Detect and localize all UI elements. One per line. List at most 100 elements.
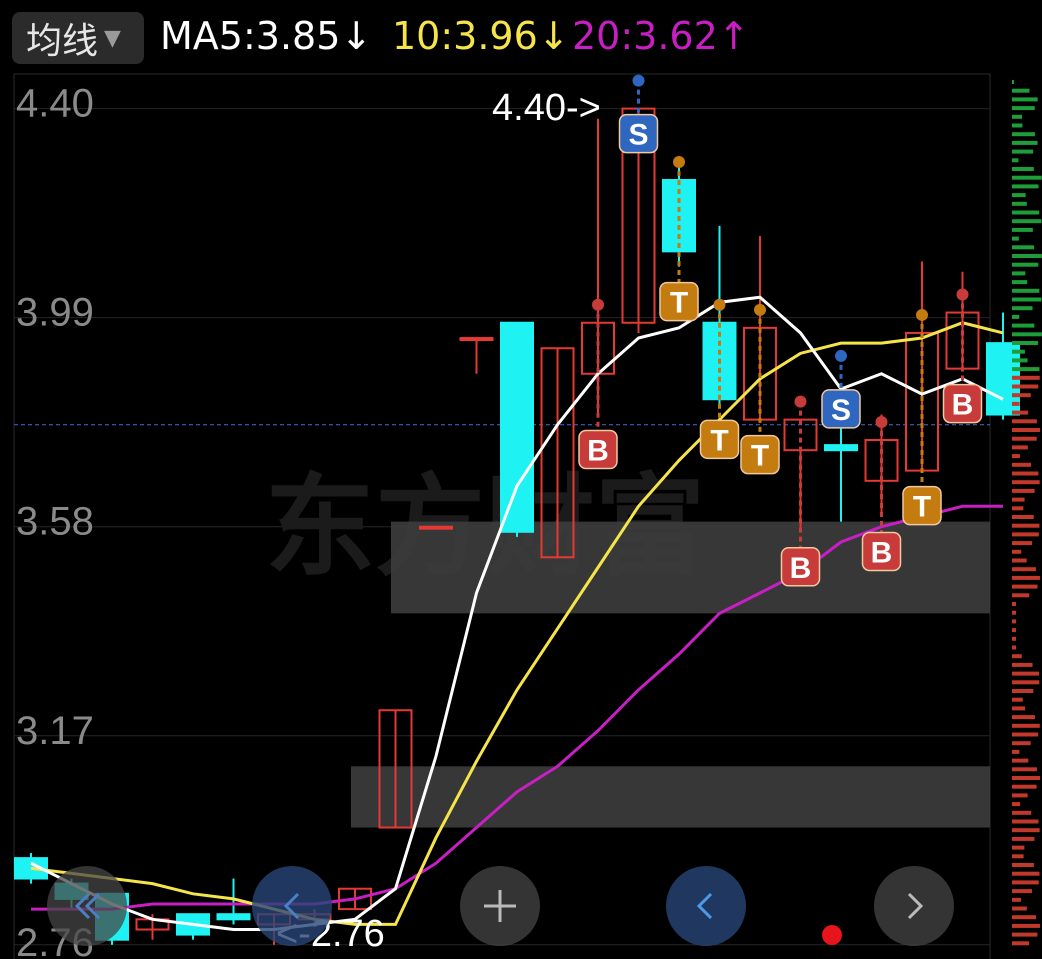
volume-profile-bar bbox=[1012, 889, 1032, 894]
y-tick-label: 4.40 bbox=[16, 82, 94, 126]
volume-profile-bar bbox=[1012, 584, 1038, 589]
volume-profile-bar bbox=[1012, 541, 1033, 546]
volume-profile-bar bbox=[1012, 749, 1020, 754]
signal-letter: B bbox=[790, 552, 812, 585]
volume-profile-bar bbox=[1012, 575, 1040, 580]
volume-profile-bar bbox=[1012, 897, 1021, 902]
volume-profile-bar bbox=[1012, 845, 1025, 850]
volume-profile-bar bbox=[1012, 436, 1037, 441]
volume-profile-bar bbox=[1012, 393, 1031, 398]
volume-profile-bar bbox=[1012, 410, 1029, 415]
signal-badge-S: S bbox=[618, 113, 659, 154]
volume-profile-bar bbox=[1012, 375, 1040, 380]
signal-badge-B: B bbox=[578, 429, 618, 470]
volume-profile-bar bbox=[1012, 645, 1016, 650]
candle bbox=[500, 321, 534, 537]
previous-button[interactable] bbox=[666, 866, 746, 946]
move-left-button[interactable] bbox=[252, 866, 332, 946]
next-button[interactable] bbox=[874, 866, 954, 946]
volume-profile-bar bbox=[1012, 776, 1040, 780]
candle-body bbox=[824, 444, 858, 452]
volume-profile-bar bbox=[1012, 384, 1039, 389]
signal-badge-B: B bbox=[942, 383, 983, 424]
volume-profile-bar bbox=[1012, 654, 1022, 659]
volume-profile-bar bbox=[1012, 419, 1037, 424]
volume-profile-bar bbox=[1012, 854, 1024, 859]
volume-profile-bar bbox=[1012, 523, 1040, 528]
volume-profile-bar bbox=[1012, 280, 1028, 285]
volume-profile-bar bbox=[1012, 549, 1022, 554]
volume-profile-bar bbox=[1012, 210, 1040, 215]
signal-letter: B bbox=[871, 537, 893, 570]
plus-icon bbox=[484, 890, 516, 922]
volume-profile-bar bbox=[1012, 871, 1040, 876]
signal-letter: T bbox=[913, 491, 931, 524]
signal-badge-B: B bbox=[780, 547, 821, 587]
scroll-to-start-button[interactable] bbox=[47, 866, 127, 946]
volume-profile-bar bbox=[1012, 201, 1027, 206]
volume-profile-bar bbox=[1012, 219, 1042, 224]
candle bbox=[459, 337, 494, 374]
volume-profile-bar bbox=[1012, 715, 1035, 720]
volume-profile-bar bbox=[1012, 767, 1037, 772]
volume-profile-bar bbox=[1012, 428, 1040, 432]
volume-profile-bar bbox=[1012, 471, 1039, 476]
volume-profile-bar bbox=[1012, 349, 1025, 354]
candle bbox=[905, 261, 939, 472]
volume-profile-bar bbox=[1012, 506, 1024, 511]
live-indicator-dot bbox=[822, 925, 842, 945]
chevron-left-icon bbox=[283, 892, 300, 920]
volume-profile-bar bbox=[1012, 602, 1016, 606]
signal-badge-B: B bbox=[861, 531, 902, 572]
volume-profile-bar bbox=[1012, 193, 1026, 198]
signal-letter: S bbox=[831, 394, 851, 427]
volume-profile-bar bbox=[1012, 262, 1039, 267]
volume-profile-bar bbox=[1012, 140, 1038, 145]
volume-profile-bar bbox=[1012, 480, 1040, 485]
volume-profile-bar bbox=[1012, 567, 1036, 572]
volume-profile-bar bbox=[1012, 401, 1020, 406]
volume-profile-bar bbox=[1012, 880, 1039, 885]
zoom-in-button[interactable] bbox=[460, 866, 540, 946]
volume-profile-bar bbox=[1012, 488, 1035, 493]
signal-letter: S bbox=[628, 119, 648, 152]
volume-profile-bar bbox=[1012, 297, 1042, 302]
candle bbox=[864, 414, 899, 517]
volume-profile-bar bbox=[1012, 706, 1026, 711]
volume-profile-bar bbox=[1012, 306, 1033, 311]
candle bbox=[419, 525, 453, 530]
volume-profile-bar bbox=[1012, 114, 1023, 119]
volume-profile-bar bbox=[1012, 863, 1034, 867]
volume-profile-bar bbox=[1012, 341, 1039, 345]
volume-profile-bar bbox=[1012, 723, 1040, 728]
volume-profile-bar bbox=[1012, 497, 1025, 502]
volume-profile-bar bbox=[1012, 288, 1040, 293]
volume-profile-bar bbox=[1012, 323, 1035, 328]
volume-profile-bar bbox=[1012, 636, 1016, 641]
double-chevron-left-icon bbox=[74, 892, 101, 920]
signal-letter: T bbox=[670, 287, 688, 320]
volume-profile-bar bbox=[1012, 227, 1033, 232]
volume-profile-bar bbox=[1012, 271, 1026, 276]
volume-profile-bar bbox=[1012, 167, 1034, 171]
chevron-left-icon bbox=[696, 892, 713, 920]
kline-chart[interactable]: 4.403.993.583.172.76东方财富BSTTTBSBTB4.40->… bbox=[0, 0, 1042, 959]
volume-profile-bar bbox=[1012, 689, 1034, 693]
volume-profile-bar bbox=[1012, 932, 1038, 937]
volume-profile-bar bbox=[1012, 784, 1037, 789]
candle-body bbox=[459, 337, 494, 342]
volume-profile-bar bbox=[1012, 810, 1032, 815]
volume-profile-bar bbox=[1012, 593, 1030, 598]
volume-profile-bar bbox=[1012, 906, 1027, 911]
volume-profile-bar bbox=[1012, 836, 1035, 841]
volume-profile-bar bbox=[1012, 619, 1016, 624]
chevron-right-icon bbox=[907, 892, 924, 920]
volume-profile-bar bbox=[1012, 236, 1019, 241]
candle-body bbox=[216, 913, 251, 921]
volume-profile-bar bbox=[1012, 697, 1023, 702]
volume-profile-bar bbox=[1012, 515, 1034, 519]
volume-profile-bar bbox=[1012, 628, 1016, 633]
signal-letter: B bbox=[587, 435, 609, 468]
volume-profile-bar bbox=[1012, 106, 1035, 111]
volume-profile-bar bbox=[1012, 532, 1039, 537]
